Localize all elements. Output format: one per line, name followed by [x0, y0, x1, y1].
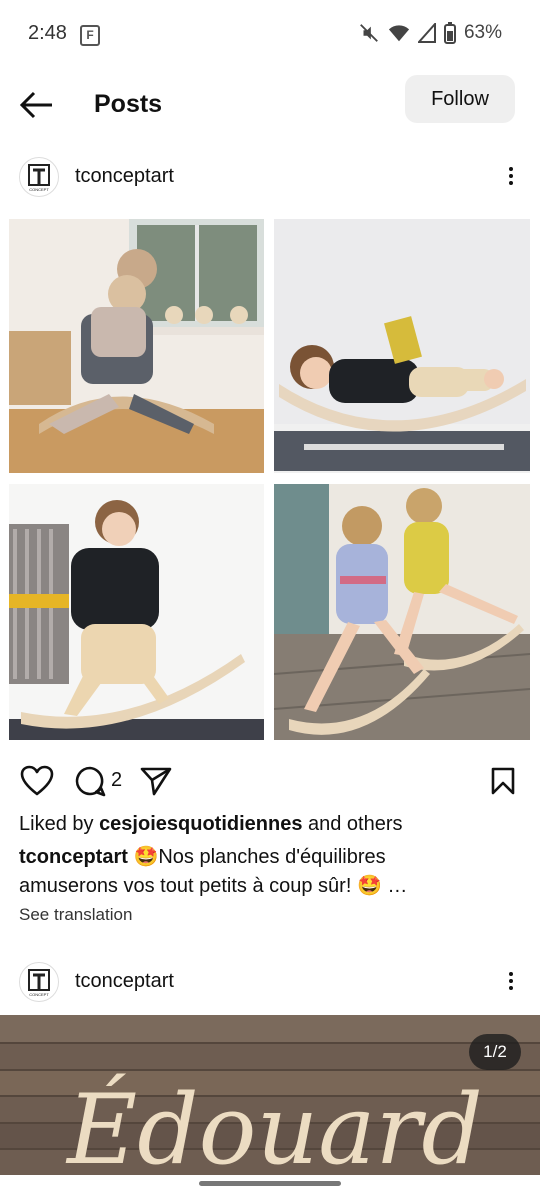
photo-toddler-standing-on-board: [9, 484, 264, 740]
comment-icon: [75, 766, 106, 797]
battery-percent: 63%: [463, 22, 502, 43]
heart-icon: [20, 765, 54, 796]
liked-prefix: Liked by: [19, 813, 100, 835]
save-button[interactable]: [490, 766, 516, 801]
photo-kids-on-board-window: [9, 219, 264, 473]
notification-badge: F: [80, 25, 100, 46]
gesture-nav-handle[interactable]: [199, 1181, 341, 1186]
liked-user[interactable]: cesjoiesquotidiennes: [99, 813, 302, 835]
caption-username[interactable]: tconceptart: [19, 846, 128, 868]
status-icons: 63%: [358, 22, 502, 44]
avatar-label-2: CONCEPT: [29, 992, 49, 997]
avatar-label: CONCEPT: [29, 187, 49, 192]
share-button[interactable]: [140, 766, 172, 801]
wifi-icon: [388, 25, 410, 42]
page-title: Posts: [94, 90, 163, 118]
more-options-button-2[interactable]: [502, 965, 520, 997]
status-bar: 2:48 F 63%: [0, 0, 540, 68]
caption-line-1: tconceptart 🤩Nos planches d'équilibres: [19, 844, 386, 869]
post-header: CONCEPT tconceptart: [0, 148, 540, 204]
photo-child-reading-on-board: [274, 219, 530, 473]
follow-button[interactable]: Follow: [405, 75, 515, 123]
post-header-2: CONCEPT tconceptart: [0, 953, 540, 1009]
post-image[interactable]: [0, 210, 540, 750]
bookmark-icon: [491, 767, 515, 795]
post-username[interactable]: tconceptart: [75, 165, 174, 188]
avatar[interactable]: CONCEPT: [19, 157, 59, 197]
photo-girls-playing-on-boards: [274, 484, 530, 740]
app-header: Posts Follow: [0, 70, 540, 140]
avatar-2[interactable]: CONCEPT: [19, 962, 59, 1002]
edouard-wood-sign: Édouard: [65, 1074, 483, 1175]
post-actions: 2: [0, 760, 540, 804]
liked-suffix[interactable]: and others: [302, 813, 403, 835]
carousel-page-counter: 1/2: [469, 1034, 521, 1070]
post-image-2[interactable]: Édouard: [0, 1015, 540, 1175]
comment-button[interactable]: [74, 765, 106, 802]
battery-icon: [443, 22, 456, 44]
caption-line-2[interactable]: amuserons vos tout petits à coup sûr! 🤩 …: [19, 873, 407, 898]
mute-icon: [360, 24, 378, 42]
back-arrow-icon: [19, 91, 52, 119]
signal-icon: [417, 23, 436, 43]
see-translation-link[interactable]: See translation: [19, 905, 132, 925]
comment-count: 2: [111, 769, 123, 791]
likes-line: Liked by cesjoiesquotidiennes and others: [19, 813, 403, 836]
back-button[interactable]: [18, 88, 56, 122]
more-options-button[interactable]: [502, 160, 520, 192]
share-icon: [140, 767, 172, 796]
like-button[interactable]: [20, 765, 54, 802]
caption-text-1: 🤩Nos planches d'équilibres: [127, 846, 386, 868]
post-username-2[interactable]: tconceptart: [75, 970, 174, 993]
status-time: 2:48: [28, 22, 67, 44]
